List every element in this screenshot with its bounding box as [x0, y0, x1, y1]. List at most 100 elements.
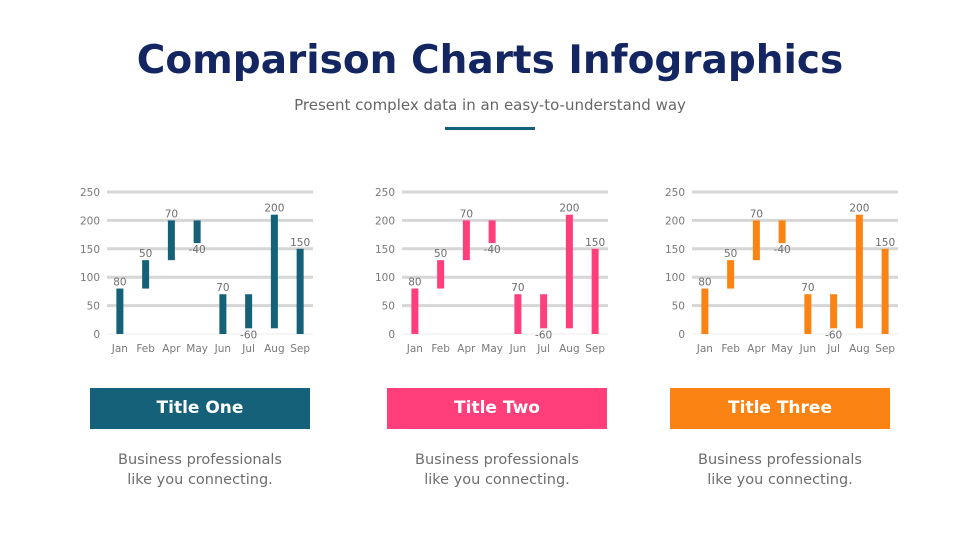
- bar-jun: [219, 294, 227, 334]
- chart-svg: 0 50 100 150 200 250 80 Jan 50 Feb 70 Apr -40 May 70 Ju…: [665, 187, 898, 355]
- y-tick-label: 150: [80, 244, 100, 256]
- y-tick-label: 200: [665, 215, 685, 227]
- bar-sep: [591, 248, 599, 334]
- bar-jul: [540, 294, 548, 329]
- description-two-line2: like you connecting.: [424, 472, 570, 488]
- x-tick-label: Jul: [536, 343, 550, 355]
- data-label: 80: [113, 277, 126, 289]
- bar-apr: [462, 220, 470, 261]
- description-three-line2: like you connecting.: [707, 472, 853, 488]
- y-tick-label: 0: [388, 329, 395, 341]
- chart-one: 0 50 100 150 200 250 80 Jan 50 Feb 70 Apr -40 May 70 Ju…: [70, 180, 330, 370]
- data-label: -60: [535, 329, 552, 341]
- data-label: -60: [240, 329, 257, 341]
- page-subtitle: Present complex data in an easy-to-under…: [294, 96, 686, 114]
- x-tick-label: Sep: [875, 343, 895, 355]
- bar-aug: [855, 214, 863, 329]
- y-tick-label: 250: [80, 187, 100, 199]
- x-tick-label: May: [771, 343, 793, 355]
- y-tick-label: 0: [678, 329, 685, 341]
- y-tick-label: 150: [375, 244, 395, 256]
- x-tick-label: Jan: [406, 343, 423, 355]
- data-label: 70: [216, 282, 229, 294]
- x-tick-label: May: [481, 343, 503, 355]
- x-tick-label: Feb: [136, 343, 155, 355]
- title-two-box: Title Two: [387, 388, 607, 429]
- description-one: Business professionals like you connecti…: [70, 450, 330, 490]
- bar-apr: [167, 220, 175, 261]
- y-tick-label: 100: [375, 272, 395, 284]
- x-tick-label: Aug: [264, 343, 285, 355]
- x-tick-label: Jul: [826, 343, 840, 355]
- bar-may: [488, 220, 496, 244]
- chart-svg: 0 50 100 150 200 250 80 Jan 50 Feb 70 Apr -40 May 70 Ju…: [375, 187, 608, 355]
- data-label: 200: [849, 203, 869, 215]
- x-tick-label: Jun: [214, 343, 231, 355]
- x-tick-label: Apr: [162, 343, 181, 355]
- y-tick-label: 0: [93, 329, 100, 341]
- description-three: Business professionals like you connecti…: [650, 450, 910, 490]
- bar-feb: [727, 260, 735, 289]
- bar-apr: [752, 220, 760, 261]
- y-tick-label: 50: [87, 301, 100, 313]
- description-one-line1: Business professionals: [118, 452, 282, 468]
- bar-may: [193, 220, 201, 244]
- data-label: 150: [290, 237, 310, 249]
- bar-sep: [296, 248, 304, 334]
- data-label: 70: [165, 208, 178, 220]
- bar-aug: [565, 214, 573, 329]
- data-label: 80: [408, 277, 421, 289]
- bar-feb: [142, 260, 150, 289]
- data-label: 70: [801, 282, 814, 294]
- description-two-line1: Business professionals: [415, 452, 579, 468]
- data-label: -40: [774, 244, 791, 256]
- data-label: 70: [511, 282, 524, 294]
- bar-jan: [411, 288, 419, 334]
- bar-aug: [270, 214, 278, 329]
- description-two: Business professionals like you connecti…: [367, 450, 627, 490]
- data-label: 70: [460, 208, 473, 220]
- x-tick-label: May: [186, 343, 208, 355]
- x-tick-label: Feb: [431, 343, 450, 355]
- y-tick-label: 50: [382, 301, 395, 313]
- bar-may: [778, 220, 786, 244]
- data-label: -40: [189, 244, 206, 256]
- x-tick-label: Jan: [111, 343, 128, 355]
- y-tick-label: 250: [375, 187, 395, 199]
- bar-jul: [245, 294, 253, 329]
- page-title: Comparison Charts Infographics: [136, 38, 844, 83]
- data-label: 150: [875, 237, 895, 249]
- y-tick-label: 50: [672, 301, 685, 313]
- data-label: 200: [264, 203, 284, 215]
- bar-jan: [701, 288, 709, 334]
- bar-jan: [116, 288, 124, 334]
- y-tick-label: 100: [80, 272, 100, 284]
- data-label: 50: [724, 248, 737, 260]
- x-tick-label: Aug: [559, 343, 580, 355]
- x-tick-label: Sep: [585, 343, 605, 355]
- bar-jul: [830, 294, 838, 329]
- chart-svg: 0 50 100 150 200 250 80 Jan 50 Feb 70 Apr -40 May 70 Ju…: [80, 187, 313, 355]
- data-label: -60: [825, 329, 842, 341]
- data-label: 50: [139, 248, 152, 260]
- y-tick-label: 250: [665, 187, 685, 199]
- y-tick-label: 100: [665, 272, 685, 284]
- x-tick-label: Aug: [849, 343, 870, 355]
- title-one-box: Title One: [90, 388, 310, 429]
- x-tick-label: Apr: [747, 343, 766, 355]
- x-tick-label: Jun: [799, 343, 816, 355]
- data-label: 200: [559, 203, 579, 215]
- bar-jun: [804, 294, 812, 334]
- chart-two: 0 50 100 150 200 250 80 Jan 50 Feb 70 Apr -40 May 70 Ju…: [365, 180, 625, 370]
- data-label: -40: [484, 244, 501, 256]
- title-underline-divider: [445, 127, 535, 130]
- data-label: 150: [585, 237, 605, 249]
- data-label: 70: [750, 208, 763, 220]
- y-tick-label: 200: [80, 215, 100, 227]
- y-tick-label: 150: [665, 244, 685, 256]
- chart-three: 0 50 100 150 200 250 80 Jan 50 Feb 70 Apr -40 May 70 Ju…: [655, 180, 915, 370]
- bar-sep: [881, 248, 889, 334]
- x-tick-label: Jun: [509, 343, 526, 355]
- x-tick-label: Apr: [457, 343, 476, 355]
- x-tick-label: Sep: [290, 343, 310, 355]
